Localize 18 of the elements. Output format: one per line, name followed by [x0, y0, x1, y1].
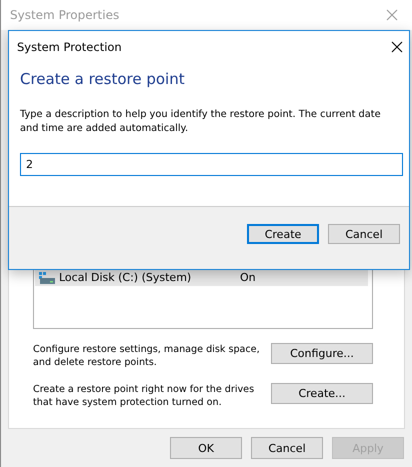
dialog-title: System Protection: [17, 40, 122, 54]
drive-name: Local Disk (C:) (System): [59, 271, 192, 284]
protection-status: On: [240, 271, 256, 284]
action-description: Configure restore settings, manage disk space, and delete restore points.: [33, 343, 261, 369]
dialog-heading: Create a restore point: [20, 70, 186, 88]
dialog-button[interactable]: Cancel: [328, 224, 400, 244]
action-button[interactable]: Create...: [271, 383, 373, 404]
close-icon[interactable]: [391, 40, 403, 52]
window-title: System Properties: [10, 8, 120, 22]
drive-row[interactable]: Local Disk (C:) (System) On: [35, 269, 368, 286]
dialog-button[interactable]: Create: [247, 224, 319, 244]
action-button[interactable]: Configure...: [271, 343, 373, 364]
dialog-button[interactable]: OK: [170, 437, 242, 459]
drive-icon: [39, 272, 55, 284]
dialog-description: Type a description to help you identify the restore point. The current date and time are added automatically.: [20, 108, 382, 136]
description-input[interactable]: 2: [20, 153, 403, 176]
action-description: Create a restore point right now for the drives that have system protection turned on.: [33, 383, 256, 409]
dialog-button[interactable]: Cancel: [251, 437, 323, 459]
